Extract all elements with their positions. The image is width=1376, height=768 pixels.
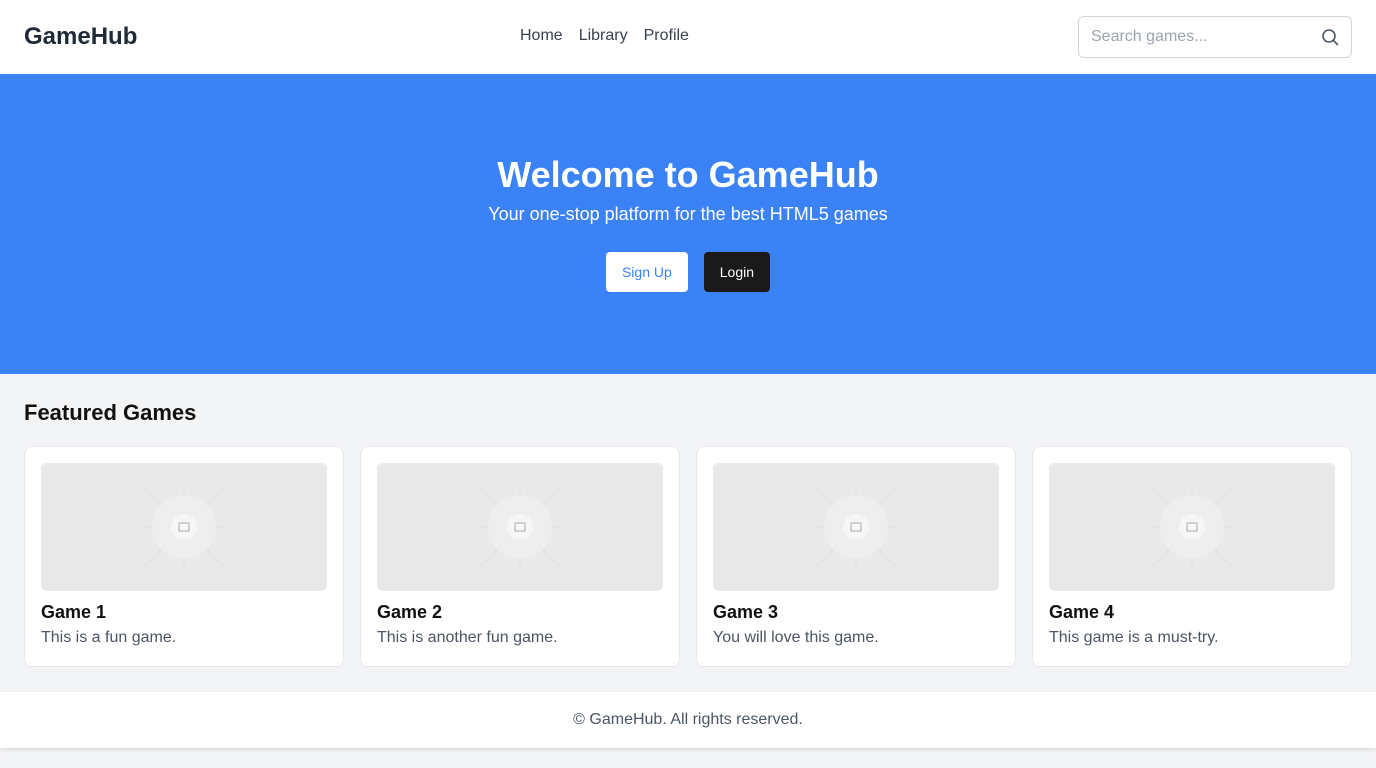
nav-profile[interactable]: Profile: [644, 27, 689, 45]
search-icon[interactable]: [1321, 28, 1339, 46]
game-description: This is another fun game.: [377, 629, 558, 646]
logo[interactable]: GameHub: [24, 23, 137, 51]
search-box: [1078, 16, 1352, 58]
game-description: This is a fun game.: [41, 629, 177, 646]
login-button[interactable]: Login: [703, 252, 771, 292]
signup-button[interactable]: Sign Up: [605, 252, 688, 292]
game-title[interactable]: Game 4: [1049, 602, 1335, 623]
featured-heading: Featured Games: [24, 400, 197, 425]
game-thumbnail-image-icon[interactable]: [1049, 463, 1335, 591]
game-card[interactable]: Game 2 This is another fun game.: [360, 446, 680, 667]
game-thumbnail-image-icon[interactable]: [713, 463, 999, 591]
game-title[interactable]: Game 1: [41, 602, 327, 623]
nav-home[interactable]: Home: [520, 27, 563, 45]
header: GameHub Home Library Profile: [0, 0, 1376, 74]
search-input[interactable]: [1091, 28, 1321, 46]
game-description: This game is a must-try.: [1049, 629, 1219, 646]
hero-title: Welcome to GameHub: [497, 154, 879, 195]
game-thumbnail-image-icon[interactable]: [377, 463, 663, 591]
nav-library[interactable]: Library: [579, 27, 628, 45]
game-title[interactable]: Game 2: [377, 602, 663, 623]
game-card[interactable]: Game 4 This game is a must-try.: [1032, 446, 1352, 667]
game-card[interactable]: Game 3 You will love this game.: [696, 446, 1016, 667]
featured-section: Featured Games Game 1 This is a fun game…: [0, 374, 1376, 691]
main-nav: Home Library Profile: [520, 27, 689, 45]
game-description: You will love this game.: [713, 629, 879, 646]
hero: Welcome to GameHub Your one-stop platfor…: [0, 74, 1376, 374]
footer: © GameHub. All rights reserved.: [0, 692, 1376, 748]
hero-subtitle: Your one-stop platform for the best HTML…: [488, 204, 888, 224]
game-card[interactable]: Game 1 This is a fun game.: [24, 446, 344, 667]
game-title[interactable]: Game 3: [713, 602, 999, 623]
game-thumbnail-image-icon[interactable]: [41, 463, 327, 591]
